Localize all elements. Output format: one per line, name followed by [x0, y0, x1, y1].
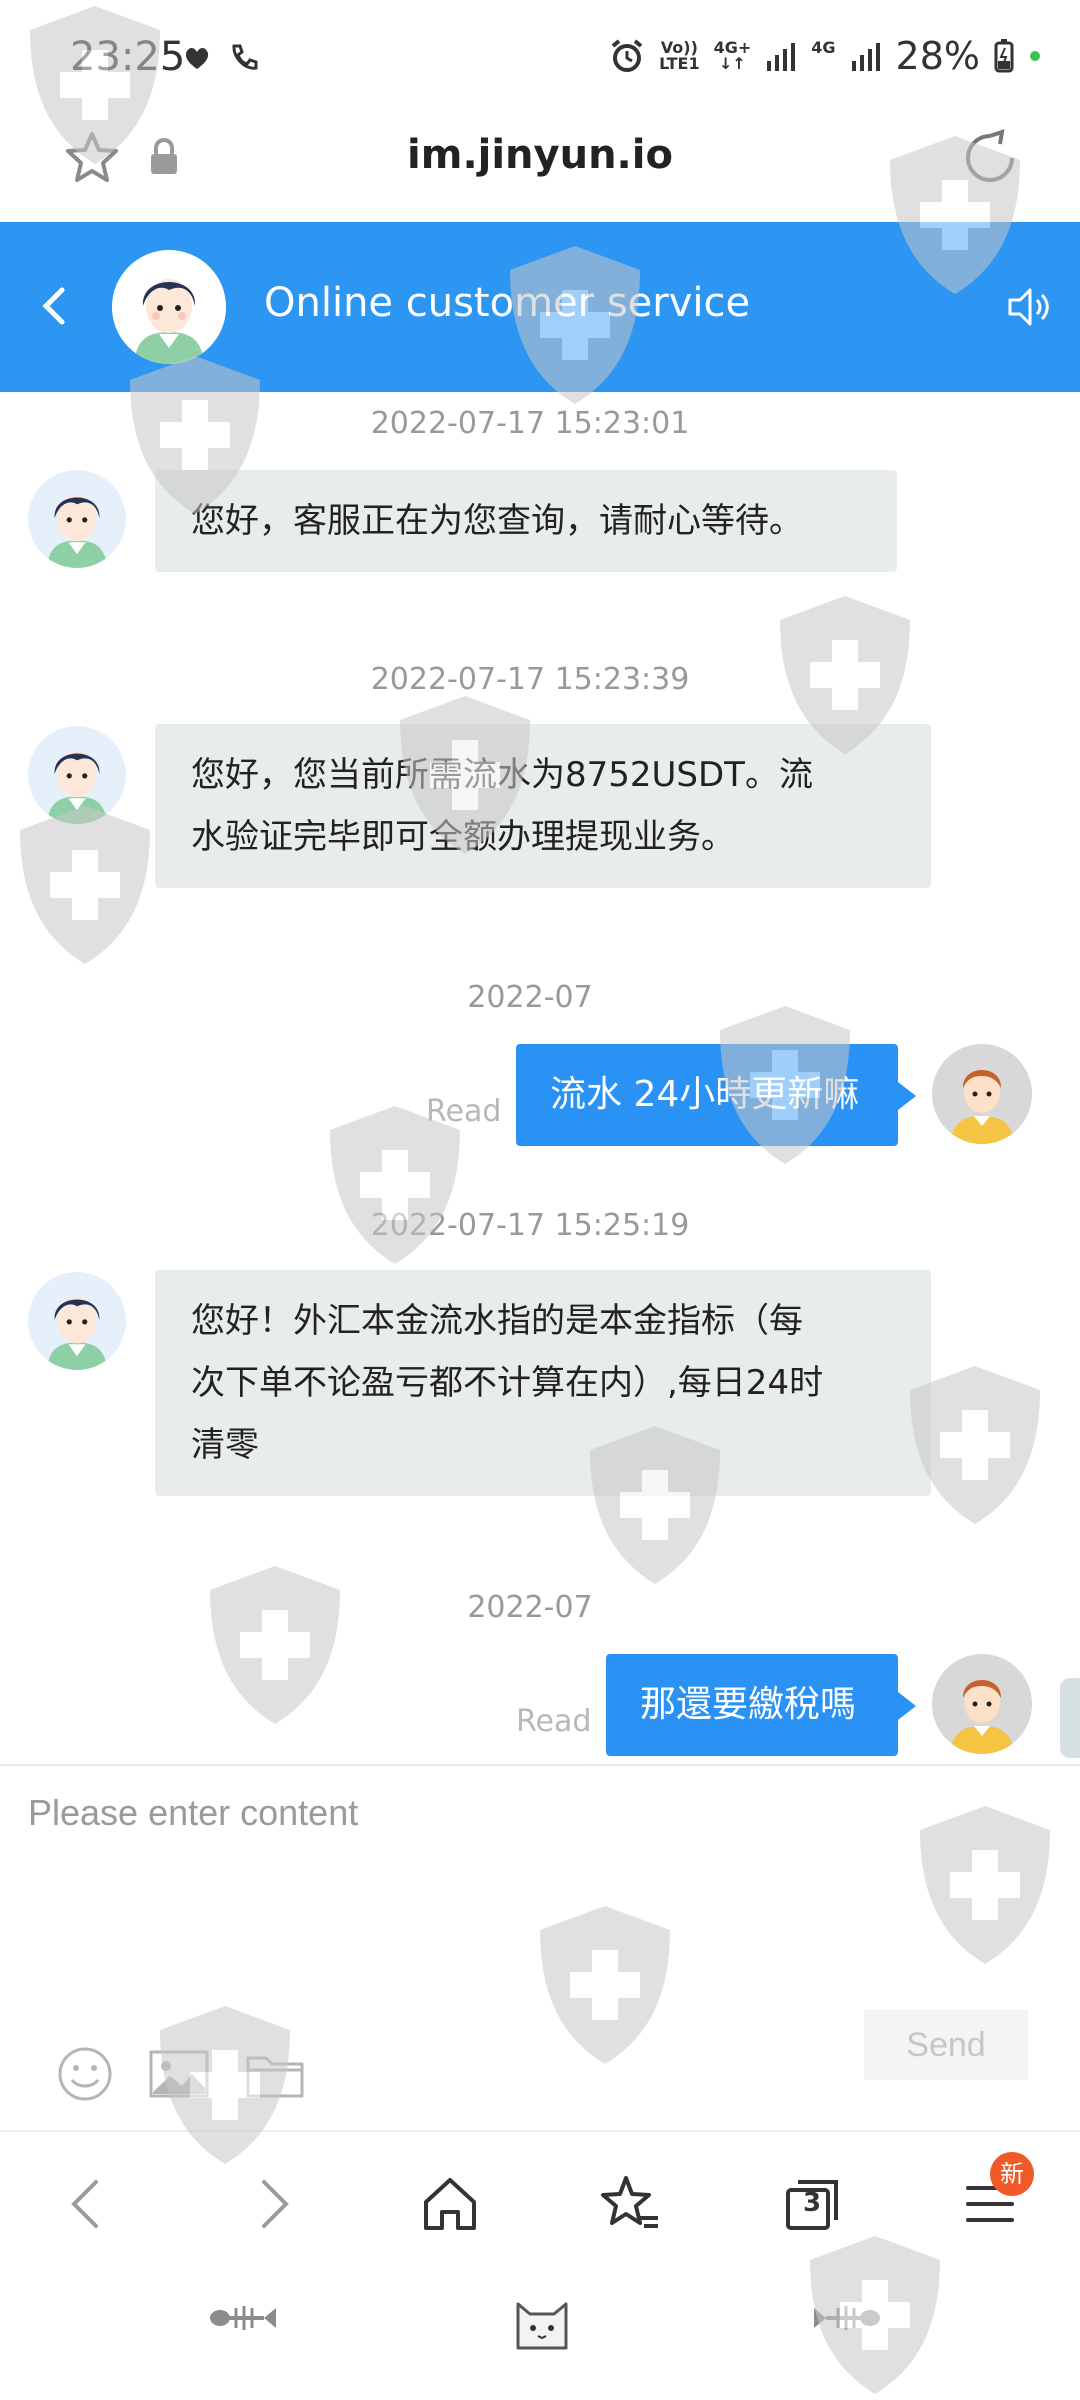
message-text: 您好，客服正在为您查询，请耐心等待。: [191, 501, 803, 541]
speaker-icon[interactable]: [1004, 282, 1054, 332]
phone-wifi-icon: [232, 44, 258, 70]
message-timestamp: 2022-07-17 15:23:01: [370, 406, 690, 441]
message-input-area: Send: [0, 1764, 1080, 2130]
folder-icon[interactable]: [244, 2046, 306, 2102]
message-line: 您好！外汇本金流水指的是本金指标（每: [191, 1301, 803, 1341]
tabs-button[interactable]: 3: [776, 2168, 848, 2240]
arrow-right-icon[interactable]: [236, 2168, 308, 2240]
status-left-icons: [182, 42, 260, 74]
status-time: 23:25: [70, 34, 186, 80]
agent-avatar-small: [28, 1272, 126, 1370]
outgoing-message-bubble[interactable]: 流水 24小時更新嘛: [516, 1044, 916, 1146]
heart-face-icon: [185, 48, 209, 69]
agent-avatar-small: [28, 726, 126, 824]
read-status: Read: [516, 1704, 592, 1739]
data-arrows-icon: ↓↑: [719, 54, 746, 73]
user-avatar: [932, 1044, 1032, 1144]
net1-indicator: 4G+ ↓↑: [714, 40, 752, 72]
scrollbar-thumb[interactable]: [1060, 1678, 1080, 1758]
signal-icon: [767, 43, 796, 71]
message-list[interactable]: 2022-07-17 15:23:01 您好，客服正在为您查询，请耐心等待。 2…: [0, 392, 1080, 1764]
message-input[interactable]: [28, 1792, 1028, 1992]
incoming-message-bubble[interactable]: 您好，客服正在为您查询，请耐心等待。: [155, 470, 897, 572]
url-text[interactable]: im.jinyun.io: [0, 132, 1080, 178]
message-timestamp: 2022-07: [467, 980, 593, 1015]
battery-icon: [994, 39, 1014, 73]
header-title: Online customer service: [264, 280, 751, 326]
back-icon[interactable]: [30, 276, 80, 336]
incoming-message-bubble[interactable]: 您好，您当前所需流水为8752USDT。流 水验证完毕即可全额办理提现业务。: [155, 724, 931, 888]
status-bar: 23:25 Vo)) LTE1 4G+ ↓↑ 4G 28%: [0, 0, 1080, 118]
message-timestamp: 2022-07-17 15:25:19: [370, 1208, 690, 1243]
address-bar: im.jinyun.io: [0, 118, 1080, 222]
fishbone-icon: [210, 2306, 276, 2330]
arrow-left-icon[interactable]: [52, 2168, 124, 2240]
lte-label: LTE1: [659, 54, 700, 73]
home-icon[interactable]: [414, 2168, 486, 2240]
battery-percent: 28%: [895, 34, 980, 78]
message-line: 水验证完毕即可全额办理提现业务。: [191, 817, 735, 857]
incoming-message-bubble[interactable]: 您好！外汇本金流水指的是本金指标（每 次下单不论盈亏都不计算在内）,每日24时 …: [155, 1270, 931, 1496]
decoration-row: [0, 2270, 1080, 2400]
read-status: Read: [426, 1094, 502, 1129]
fishbone-icon: [814, 2306, 880, 2330]
agent-avatar: [112, 250, 226, 364]
alarm-icon: [611, 39, 643, 72]
green-dot-icon: [1030, 51, 1040, 61]
message-line: 次下单不论盈亏都不计算在内）,每日24时: [191, 1363, 824, 1403]
message-text: 流水 24小時更新嘛: [550, 1074, 860, 1115]
signal-icon-2: [851, 43, 880, 71]
net2-indicator: 4G: [811, 40, 835, 72]
send-button[interactable]: Send: [864, 2010, 1028, 2080]
agent-avatar-small: [28, 470, 126, 568]
emoji-icon[interactable]: [54, 2046, 116, 2102]
cat-icon: [516, 2302, 568, 2350]
message-text: 那還要繳稅嗎: [640, 1684, 857, 1725]
status-right: Vo)) LTE1 4G+ ↓↑ 4G 28%: [609, 34, 1040, 78]
user-avatar: [932, 1654, 1032, 1754]
chat-header: Online customer service: [0, 222, 1080, 392]
browser-bottom-nav: 3 新: [0, 2130, 1080, 2270]
message-timestamp: 2022-07: [467, 1590, 593, 1625]
message-timestamp: 2022-07-17 15:23:39: [370, 662, 690, 697]
image-icon[interactable]: [148, 2046, 210, 2102]
menu-badge: 新: [990, 2152, 1034, 2196]
message-line: 清零: [191, 1425, 259, 1465]
tabs-count: 3: [802, 2188, 822, 2218]
message-line: 您好，您当前所需流水为8752USDT。流: [191, 755, 813, 795]
outgoing-message-bubble[interactable]: 那還要繳稅嗎: [606, 1654, 916, 1756]
bookmarks-icon[interactable]: [594, 2168, 666, 2240]
reload-icon[interactable]: [960, 128, 1020, 188]
volte-indicator: Vo)) LTE1: [659, 40, 700, 72]
